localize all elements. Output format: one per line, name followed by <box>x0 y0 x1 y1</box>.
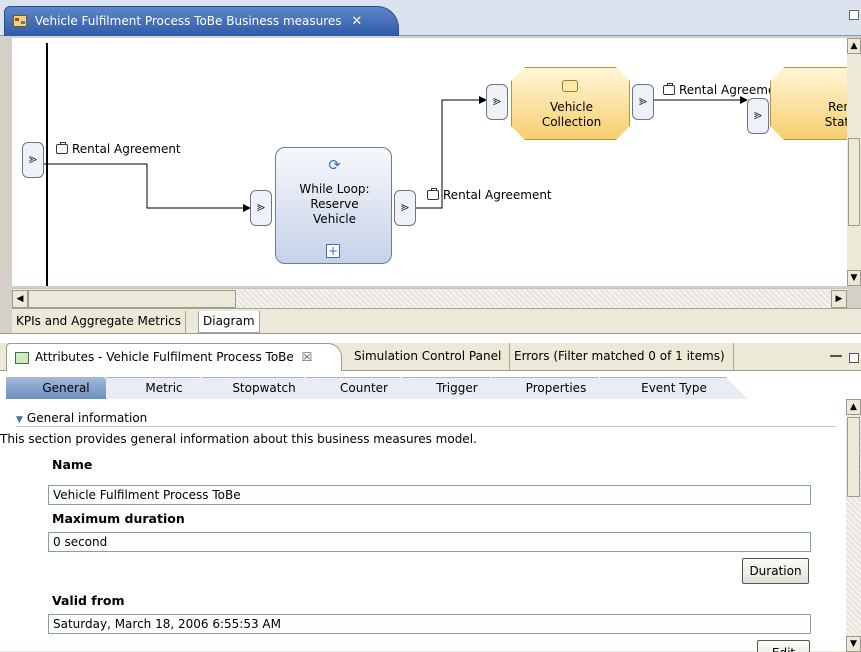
label-text: Rental Agreement <box>443 188 552 202</box>
while-loop-reserve-vehicle-node[interactable]: ⟳ While Loop: Reserve Vehicle + <box>275 147 392 264</box>
attributes-vertical-scrollbar[interactable]: ▲ ▼ <box>846 399 861 652</box>
name-label: Name <box>52 457 93 472</box>
attributes-icon <box>15 352 29 364</box>
scroll-up-icon[interactable]: ▲ <box>846 399 861 415</box>
vehicle-collection-input-port[interactable]: ⪢ <box>486 84 508 120</box>
scroll-thumb[interactable] <box>848 138 860 226</box>
input-port[interactable]: ⪢ <box>22 142 44 178</box>
node-label: Renta Status <box>803 100 847 130</box>
node-label-line: Vehicle <box>550 100 593 114</box>
rental-agreement-label-3: Rental Agreement <box>663 83 788 97</box>
maximize-icon[interactable] <box>849 353 859 363</box>
business-item-icon <box>427 188 439 200</box>
scroll-down-icon[interactable]: ▼ <box>847 270 861 286</box>
tab-kpis-aggregate-metrics[interactable]: KPIs and Aggregate Metrics <box>12 311 187 333</box>
business-item-icon <box>56 142 68 154</box>
connection-lines <box>44 43 748 286</box>
port-icon: ⪢ <box>493 93 501 109</box>
horizontal-scrollbar[interactable]: ◀ ▶ <box>12 288 847 308</box>
label-text: Rental Agreement <box>72 142 181 156</box>
edit-button[interactable]: Edit <box>757 640 810 652</box>
while-loop-input-port[interactable]: ⪢ <box>250 190 272 226</box>
maximum-duration-field[interactable]: 0 second <box>48 532 811 552</box>
loop-icon: ⟳ <box>328 156 341 174</box>
rental-agreement-label-2: Rental Agreement <box>427 188 552 202</box>
rental-status-node[interactable]: Renta Status <box>770 67 847 140</box>
port-icon: ⪢ <box>754 107 762 123</box>
tab-simulation-control-panel[interactable]: Simulation Control Panel <box>346 343 511 371</box>
node-label-line: Reserve <box>310 197 359 211</box>
maximum-duration-label: Maximum duration <box>52 511 185 526</box>
property-tabs: General Metric Stopwatch Counter Trigger… <box>6 377 846 399</box>
name-field[interactable]: Vehicle Fulfilment Process ToBe <box>48 485 811 505</box>
node-label-line: While Loop: <box>299 182 370 196</box>
diagram-editor: Vehicle Fulfilment Process ToBe Business… <box>0 0 861 333</box>
node-label-line: Collection <box>541 115 602 129</box>
vertical-scrollbar[interactable]: ▲ ▼ <box>847 38 861 286</box>
editor-tab-bar: Vehicle Fulfilment Process ToBe Business… <box>0 0 861 36</box>
scroll-thumb[interactable] <box>847 417 860 497</box>
vehicle-collection-output-port[interactable]: ⪢ <box>632 84 654 120</box>
node-label-line: Vehicle <box>313 212 356 226</box>
editor-page-tabs: KPIs and Aggregate Metrics Diagram <box>12 308 861 333</box>
section-title: General information <box>26 411 148 425</box>
rental-agreement-label-1: Rental Agreement <box>56 142 181 156</box>
port-icon: ⪢ <box>257 199 265 215</box>
node-label-line: Status <box>824 115 847 129</box>
general-content: ▼ General information This section provid… <box>0 406 846 652</box>
maximize-icon[interactable] <box>849 10 859 20</box>
editor-tab-title: Vehicle Fulfilment Process ToBe Business… <box>34 14 342 28</box>
port-icon: ⪢ <box>401 199 409 215</box>
expand-icon[interactable]: + <box>326 244 340 258</box>
close-icon[interactable]: ☒ <box>302 350 313 364</box>
rental-status-input-port[interactable]: ⪢ <box>747 98 769 134</box>
port-icon: ⪢ <box>639 93 647 109</box>
business-measures-icon <box>13 15 27 27</box>
attributes-view: Attributes - Vehicle Fulfilment Process … <box>0 333 861 652</box>
port-icon: ⪢ <box>29 151 37 167</box>
section-description: This section provides general informatio… <box>0 432 477 446</box>
close-icon[interactable]: ✕ <box>351 14 362 29</box>
node-label-line: Renta <box>828 100 844 114</box>
tab-attributes[interactable]: Attributes - Vehicle Fulfilment Process … <box>6 343 342 371</box>
view-tab-bar: Attributes - Vehicle Fulfilment Process … <box>0 343 861 371</box>
diagram-canvas[interactable]: ⪢ Rental Agreement ⪢ ⟳ While Loop: Reser… <box>12 38 847 286</box>
editor-tab-business-measures[interactable]: Vehicle Fulfilment Process ToBe Business… <box>4 6 399 36</box>
scroll-left-icon[interactable]: ◀ <box>12 290 28 308</box>
duration-button[interactable]: Duration <box>742 558 809 584</box>
section-general-information[interactable]: ▼ General information <box>16 411 836 427</box>
scroll-up-icon[interactable]: ▲ <box>847 38 861 54</box>
tab-diagram[interactable]: Diagram <box>198 311 260 333</box>
tab-event-type[interactable]: Event Type <box>600 377 748 399</box>
while-loop-output-port[interactable]: ⪢ <box>394 190 416 226</box>
business-item-icon <box>663 83 675 95</box>
minimize-icon[interactable] <box>830 355 842 357</box>
scroll-thumb[interactable] <box>28 290 236 308</box>
collapse-icon[interactable]: ▼ <box>16 415 23 425</box>
tab-errors[interactable]: Errors (Filter matched 0 of 1 items) <box>506 343 734 371</box>
valid-from-field[interactable]: Saturday, March 18, 2006 6:55:53 AM <box>48 614 811 634</box>
tab-label: Attributes - Vehicle Fulfilment Process … <box>35 350 294 364</box>
vehicle-collection-node[interactable]: Vehicle Collection <box>511 67 630 140</box>
scroll-down-icon[interactable]: ▼ <box>846 636 861 652</box>
valid-from-label: Valid from <box>52 593 125 608</box>
node-label: Vehicle Collection <box>512 100 631 130</box>
task-icon <box>562 80 578 92</box>
node-label: While Loop: Reserve Vehicle <box>276 182 393 227</box>
scroll-right-icon[interactable]: ▶ <box>831 290 847 308</box>
